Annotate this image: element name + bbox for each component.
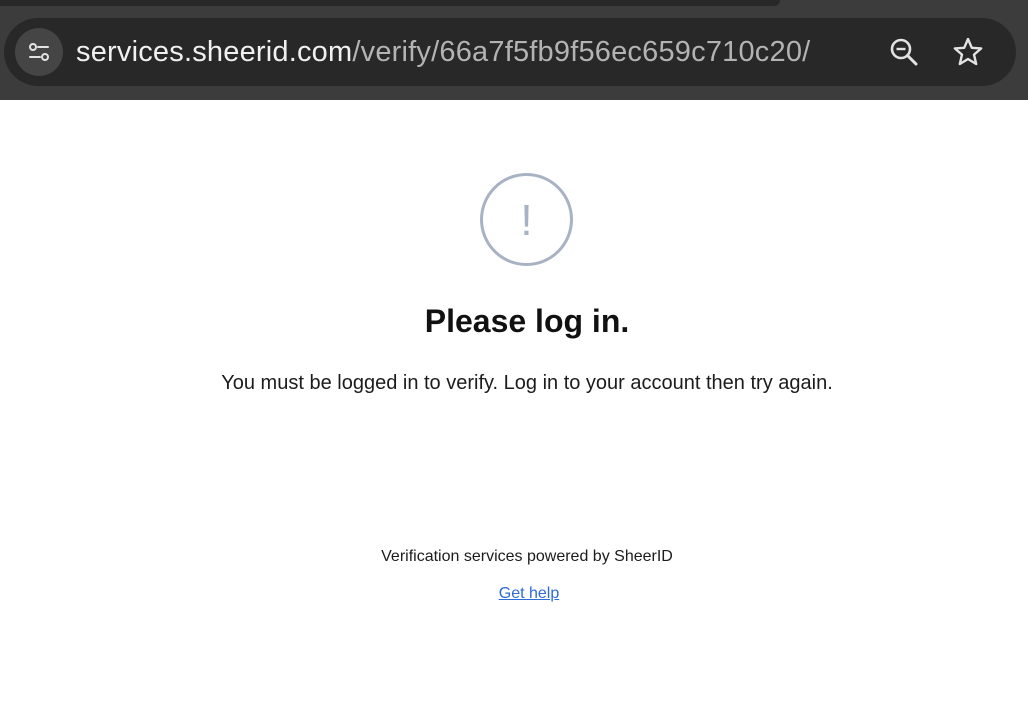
url-path: /verify/66a7f5fb9f56ec659c710c20/ xyxy=(352,36,811,68)
bookmark-button[interactable] xyxy=(948,32,988,72)
alert-symbol: ! xyxy=(520,196,532,245)
get-help-link[interactable]: Get help xyxy=(499,585,559,602)
tune-icon xyxy=(29,43,49,61)
alert-circle-icon: ! xyxy=(480,173,573,266)
tab-strip-edge xyxy=(0,0,780,6)
url-text[interactable]: services.sheerid.com/verify/66a7f5fb9f56… xyxy=(76,33,810,71)
address-bar[interactable]: services.sheerid.com/verify/66a7f5fb9f56… xyxy=(4,18,1016,86)
star-outline-icon xyxy=(953,37,983,66)
page-title: Please log in. xyxy=(424,303,630,339)
zoom-button[interactable] xyxy=(884,32,924,72)
powered-by-text: Verification services powered by SheerID xyxy=(381,548,673,565)
url-host: services.sheerid.com xyxy=(76,36,353,68)
page-content: ! Please log in. You must be logged in t… xyxy=(0,100,1028,722)
login-required-message: You must be logged in to verify. Log in … xyxy=(221,372,833,394)
browser-toolbar: services.sheerid.com/verify/66a7f5fb9f56… xyxy=(0,0,1028,100)
zoom-out-icon xyxy=(890,38,918,66)
help-link-container: Get help xyxy=(0,583,1028,605)
site-info-button[interactable] xyxy=(15,28,63,76)
